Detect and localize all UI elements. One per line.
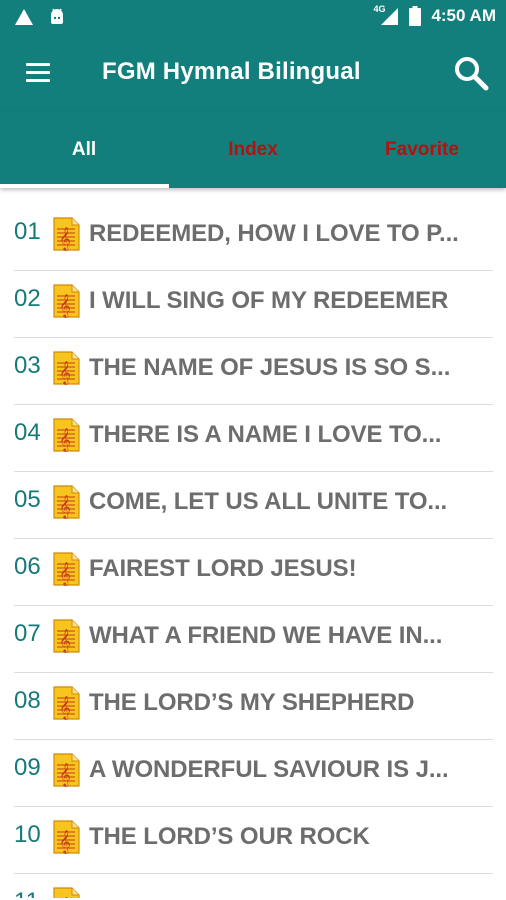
svg-text:𝄞: 𝄞 [59, 226, 71, 251]
hymn-list: 01 𝄞 REDEEMED, HOW I LOVE TO P... 02 𝄞 I… [0, 204, 506, 898]
svg-text:𝄞: 𝄞 [59, 762, 71, 787]
tab-all[interactable]: All [0, 112, 168, 188]
list-item[interactable]: 03 𝄞 THE NAME OF JESUS IS SO S... [14, 338, 493, 405]
hymn-title: THE LORD’S MY SHEPHERD [89, 689, 415, 716]
hymn-number: 03 [14, 352, 41, 379]
hymn-title: FAIREST LORD JESUS! [89, 555, 357, 582]
tab-favorite[interactable]: Favorite [338, 112, 506, 188]
hymn-title: REDEEMED, HOW I LOVE TO P... [89, 220, 459, 247]
search-button[interactable] [452, 54, 490, 92]
list-item[interactable]: 05 𝄞 COME, LET US ALL UNITE TO... [14, 472, 493, 539]
list-item[interactable]: 07 𝄞 WHAT A FRIEND WE HAVE IN... [14, 606, 493, 673]
app-bar: FGM Hymnal Bilingual [0, 36, 506, 112]
hymn-title: THE NAME OF JESUS IS SO S... [89, 354, 451, 381]
music-note-icon: 𝄞 [53, 552, 80, 586]
status-left [14, 8, 66, 26]
hymn-title: COME, LET US ALL UNITE TO... [89, 488, 448, 515]
status-bar: 4G 4:50 AM [0, 0, 506, 36]
svg-text:𝄞: 𝄞 [59, 561, 71, 586]
svg-text:𝄞: 𝄞 [59, 628, 71, 653]
svg-text:𝄞: 𝄞 [59, 896, 71, 898]
tab-indicator [0, 184, 169, 188]
hymn-number: 09 [14, 754, 41, 781]
list-item[interactable]: 01 𝄞 REDEEMED, HOW I LOVE TO P... [14, 204, 493, 271]
hymn-title: THERE IS A NAME I LOVE TO... [89, 421, 442, 448]
tab-index[interactable]: Index [169, 112, 337, 188]
list-item[interactable]: 10 𝄞 THE LORD’S OUR ROCK [14, 807, 493, 874]
music-note-icon: 𝄞 [53, 485, 80, 519]
music-note-icon: 𝄞 [53, 418, 80, 452]
hymn-number: 06 [14, 553, 41, 580]
svg-text:𝄞: 𝄞 [59, 829, 71, 854]
signal-icon: 4G [373, 4, 399, 26]
app-title: FGM Hymnal Bilingual [102, 58, 361, 85]
list-item[interactable]: 06 𝄞 FAIREST LORD JESUS! [14, 539, 493, 606]
svg-text:𝄞: 𝄞 [59, 695, 71, 720]
hymn-number: 01 [14, 218, 41, 245]
hymn-number: 07 [14, 620, 41, 647]
list-item[interactable]: 04 𝄞 THERE IS A NAME I LOVE TO... [14, 405, 493, 472]
hymn-number: 05 [14, 486, 41, 513]
music-note-icon: 𝄞 [53, 820, 80, 854]
list-item[interactable]: 08 𝄞 THE LORD’S MY SHEPHERD [14, 673, 493, 740]
svg-text:𝄞: 𝄞 [59, 494, 71, 519]
status-right: 4G 4:50 AM [373, 4, 496, 26]
svg-text:𝄞: 𝄞 [59, 360, 71, 385]
hymn-number: 02 [14, 285, 41, 312]
music-note-icon: 𝄞 [53, 887, 80, 898]
list-item[interactable]: 11 𝄞 [14, 874, 493, 898]
svg-text:𝄞: 𝄞 [59, 293, 71, 318]
hymn-number: 10 [14, 821, 41, 848]
status-time: 4:50 AM [431, 6, 496, 25]
hymn-title: I WILL SING OF MY REDEEMER [89, 287, 449, 314]
list-item[interactable]: 09 𝄞 A WONDERFUL SAVIOUR IS J... [14, 740, 493, 807]
menu-button[interactable] [22, 60, 54, 88]
hymn-title: A WONDERFUL SAVIOUR IS J... [89, 756, 449, 783]
music-note-icon: 𝄞 [53, 753, 80, 787]
music-note-icon: 𝄞 [53, 217, 80, 251]
search-icon [455, 57, 489, 91]
hymn-number: 04 [14, 419, 41, 446]
tab-bar: All Index Favorite [0, 112, 506, 188]
hymn-number: 11 [14, 888, 39, 898]
hymn-number: 08 [14, 687, 41, 714]
music-note-icon: 𝄞 [53, 686, 80, 720]
android-icon [51, 8, 63, 24]
svg-text:𝄞: 𝄞 [59, 427, 71, 452]
notification-triangle-icon [15, 9, 33, 25]
music-note-icon: 𝄞 [53, 351, 80, 385]
list-item[interactable]: 02 𝄞 I WILL SING OF MY REDEEMER [14, 271, 493, 338]
hamburger-icon [22, 63, 54, 82]
music-note-icon: 𝄞 [53, 284, 80, 318]
battery-icon [409, 6, 422, 26]
hymn-title: WHAT A FRIEND WE HAVE IN... [89, 622, 443, 649]
hymn-title: THE LORD’S OUR ROCK [89, 823, 370, 850]
music-note-icon: 𝄞 [53, 619, 80, 653]
